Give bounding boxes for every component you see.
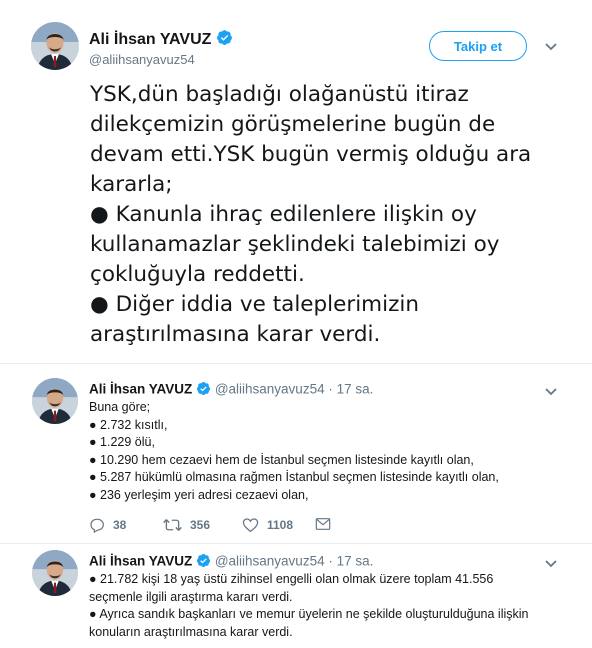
reply-text-line: seçmenle ilgili araştırma kararı verdi. <box>89 589 293 604</box>
author-name[interactable]: Ali İhsan YAVUZ <box>89 31 211 48</box>
reply-text: Buna göre; ● 2.732 kısıtlı, ● 1.229 ölü,… <box>89 399 559 504</box>
reply-avatar[interactable] <box>32 378 78 424</box>
tweet-text: YSK,dün başladığı olağanüstü itiraz dile… <box>90 80 570 350</box>
reply-text-line: ● 2.732 kısıtlı, <box>89 417 168 432</box>
reply-avatar[interactable] <box>32 550 78 596</box>
author-handle[interactable]: @aliihsanyavuz54 <box>89 52 195 67</box>
author-handle[interactable]: @aliihsanyavuz54 <box>215 382 325 397</box>
tweet-text-line: dilekçemizin görüşmelerine bugün de <box>90 112 496 137</box>
verified-badge-icon <box>216 29 233 51</box>
chevron-down-icon[interactable] <box>543 555 559 571</box>
divider <box>0 543 592 544</box>
reply-header: Ali İhsan YAVUZ @aliihsanyavuz54 · 17 sa… <box>89 381 373 399</box>
like-count: 1108 <box>267 518 294 532</box>
tweet-text-line: araştırılmasına karar verdi. <box>90 322 381 347</box>
reply-icon <box>90 518 104 533</box>
reply-header: Ali İhsan YAVUZ @aliihsanyavuz54 · 17 sa… <box>89 553 373 571</box>
retweet-icon <box>163 519 182 531</box>
chevron-down-icon[interactable] <box>543 38 559 54</box>
like-action[interactable]: 1108 <box>242 517 293 533</box>
divider <box>0 363 592 364</box>
reply-text-line: ● Ayrıca sandık başkanları ve memur üyel… <box>89 607 529 621</box>
tweet-text-line: ● Kanunla ihraç edilenlere ilişkin oy <box>90 202 477 227</box>
timestamp[interactable]: 17 sa. <box>337 382 374 397</box>
separator-dot: · <box>328 553 333 569</box>
author-handle[interactable]: @aliihsanyavuz54 <box>215 554 325 569</box>
avatar-portrait-icon <box>32 378 78 424</box>
dm-action[interactable] <box>315 517 331 531</box>
tweet-text-line: kararla; <box>90 172 173 197</box>
reply-action[interactable]: 38 <box>89 517 126 533</box>
verified-badge-icon <box>196 553 211 571</box>
reply-text-line: ● 5.287 hükümlü olmasına rağmen İstanbul… <box>89 470 499 484</box>
heart-icon <box>242 518 259 533</box>
author-name-row[interactable]: Ali İhsan YAVUZ <box>89 29 233 51</box>
reply-text-line: ● 1.229 ölü, <box>89 435 155 449</box>
author-name[interactable]: Ali İhsan YAVUZ <box>89 554 192 569</box>
retweet-action[interactable]: 356 <box>163 517 210 533</box>
reply-text-line: Buna göre; <box>89 400 151 414</box>
avatar-portrait-icon <box>32 550 78 596</box>
tweet-text-line: YSK,dün başladığı olağanüstü itiraz <box>90 82 469 107</box>
separator-dot: · <box>328 381 333 397</box>
reply-text-line: ● 10.290 hem cezaevi hem de İstanbul seç… <box>89 452 474 467</box>
reply-count: 38 <box>113 518 127 532</box>
tweet-text-line: çokluğuyla reddetti. <box>90 262 305 287</box>
reply-text-line: konuların araştırılmasına karar verdi. <box>89 624 293 639</box>
follow-button[interactable]: Takip et <box>429 31 527 61</box>
reply-text: ● 21.782 kişi 18 yaş üstü zihinsel engel… <box>89 571 559 641</box>
tweet-text-line: devam etti.YSK bugün vermiş olduğu ara <box>90 142 532 167</box>
retweet-count: 356 <box>190 518 211 532</box>
tweet-text-line: kullanamazlar şeklindeki talebimizi oy <box>90 232 500 257</box>
reply-text-line: ● 236 yerleşim yeri adresi cezaevi olan, <box>89 487 309 502</box>
envelope-icon <box>315 518 331 530</box>
author-name[interactable]: Ali İhsan YAVUZ <box>89 382 192 397</box>
reply-text-line: ● 21.782 kişi 18 yaş üstü zihinsel engel… <box>89 572 494 586</box>
tweet-text-line: ● Diğer iddia ve taleplerimizin <box>90 292 419 317</box>
timestamp[interactable]: 17 sa. <box>337 554 374 569</box>
avatar-portrait-icon <box>31 22 79 70</box>
verified-badge-icon <box>196 381 211 399</box>
chevron-down-icon[interactable] <box>543 383 559 399</box>
author-avatar[interactable] <box>31 22 79 70</box>
